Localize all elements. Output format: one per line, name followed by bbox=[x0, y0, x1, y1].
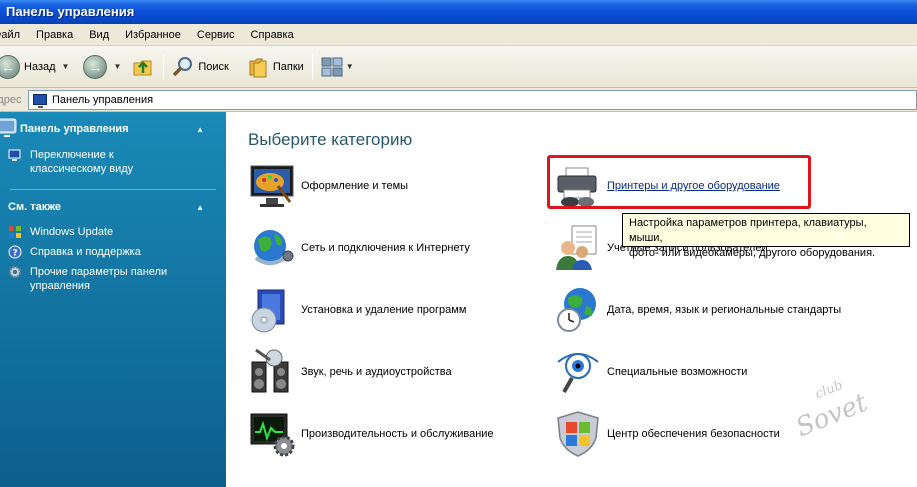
up-folder-icon bbox=[133, 60, 152, 75]
gear-icon bbox=[8, 265, 22, 279]
category-network[interactable]: Сеть и подключения к Интернету bbox=[248, 222, 470, 274]
address-value: Панель управления bbox=[52, 93, 154, 106]
views-dropdown-icon: ▼ bbox=[345, 62, 354, 71]
views-button[interactable]: ▼ bbox=[317, 50, 358, 84]
toolbar: ← Назад ▼ → ▼ Поиск Папки ▼ bbox=[0, 46, 917, 88]
network-globe-icon bbox=[248, 224, 296, 272]
menu-tools[interactable]: Сервис bbox=[189, 29, 243, 41]
windows-update-icon bbox=[8, 225, 22, 239]
performance-monitor-icon bbox=[248, 410, 296, 458]
address-field[interactable]: Панель управления bbox=[28, 89, 917, 110]
menu-view[interactable]: Вид bbox=[81, 29, 117, 41]
folders-label: Папки bbox=[272, 60, 304, 73]
address-label: Адрес bbox=[0, 93, 22, 106]
forward-arrow-icon: → bbox=[83, 54, 108, 79]
up-folder-button[interactable] bbox=[127, 50, 159, 84]
accessibility-eye-icon bbox=[554, 348, 602, 396]
menu-file[interactable]: Файл bbox=[0, 29, 28, 41]
category-security-center[interactable]: Центр обеспечения безопасности bbox=[554, 408, 780, 460]
control-panel-monitor-icon bbox=[0, 118, 17, 137]
views-grid-icon bbox=[321, 57, 343, 76]
category-label: Производительность и обслуживание bbox=[301, 428, 494, 440]
category-date-time[interactable]: Дата, время, язык и региональные стандар… bbox=[554, 284, 841, 336]
date-time-globe-icon bbox=[554, 286, 602, 334]
menu-favorites[interactable]: Избранное bbox=[117, 29, 189, 41]
tooltip-line: Настройка параметров принтера, клавиатур… bbox=[629, 217, 867, 244]
collapse-chevron-icon[interactable]: ▲ bbox=[196, 125, 204, 134]
add-remove-programs-icon bbox=[248, 286, 296, 334]
forward-button[interactable]: → ▼ bbox=[79, 50, 125, 84]
category-label: Сеть и подключения к Интернету bbox=[301, 242, 470, 254]
printers-tooltip: Настройка параметров принтера, клавиатур… bbox=[622, 213, 910, 259]
category-label: Специальные возможности bbox=[607, 366, 748, 378]
user-accounts-icon bbox=[554, 224, 602, 272]
folders-icon bbox=[249, 58, 267, 77]
help-support-link[interactable]: ? Справка и поддержка bbox=[0, 242, 226, 262]
windows-update-label: Windows Update bbox=[30, 226, 114, 238]
category-label: Дата, время, язык и региональные стандар… bbox=[607, 304, 842, 316]
appearance-themes-icon bbox=[248, 162, 296, 210]
security-shield-icon bbox=[554, 410, 602, 458]
printers-highlight-frame bbox=[547, 155, 811, 209]
category-sound[interactable]: Звук, речь и аудиоустройства bbox=[248, 346, 452, 398]
category-accessibility[interactable]: Специальные возможности bbox=[554, 346, 747, 398]
task-pane-title: Панель управления bbox=[20, 123, 129, 135]
folders-button[interactable]: Папки bbox=[243, 50, 308, 84]
menu-edit[interactable]: Правка bbox=[28, 29, 81, 41]
see-also-header[interactable]: См. также ▲ bbox=[0, 196, 226, 218]
other-options-label: Прочие параметры панели управления bbox=[30, 266, 168, 292]
task-pane: Панель управления ▲ Переключение к класс… bbox=[0, 112, 226, 487]
switch-classic-view-link[interactable]: Переключение к классическому виду bbox=[0, 146, 226, 179]
category-label: Установка и удаление программ bbox=[301, 304, 467, 316]
control-panel-icon bbox=[33, 94, 47, 108]
category-label: Звук, речь и аудиоустройства bbox=[301, 366, 452, 378]
back-button[interactable]: ← Назад ▼ bbox=[0, 50, 73, 84]
back-label: Назад bbox=[24, 60, 56, 73]
windows-update-link[interactable]: Windows Update bbox=[0, 222, 226, 242]
svg-text:?: ? bbox=[13, 249, 18, 259]
search-icon bbox=[173, 56, 193, 76]
search-label: Поиск bbox=[198, 60, 229, 73]
tooltip-line: фото- или видеокамеры, другого оборудова… bbox=[629, 247, 876, 259]
back-arrow-icon: ← bbox=[0, 54, 20, 79]
toolbar-separator bbox=[311, 53, 313, 80]
help-support-label: Справка и поддержка bbox=[30, 246, 141, 258]
sound-speaker-icon bbox=[248, 348, 296, 396]
pane-divider bbox=[10, 189, 216, 190]
page-heading: Выберите категорию bbox=[248, 130, 413, 149]
help-icon: ? bbox=[8, 245, 22, 259]
toolbar-separator bbox=[163, 53, 165, 80]
category-add-remove[interactable]: Установка и удаление программ bbox=[248, 284, 466, 336]
category-label: Центр обеспечения безопасности bbox=[607, 428, 780, 440]
menu-bar: Файл Правка Вид Избранное Сервис Справка bbox=[0, 24, 917, 46]
task-pane-header[interactable]: Панель управления ▲ bbox=[0, 112, 226, 146]
forward-dropdown-icon[interactable]: ▼ bbox=[113, 62, 121, 71]
window-title-bar[interactable]: Панель управления bbox=[0, 0, 917, 24]
classic-view-icon bbox=[8, 148, 22, 162]
category-appearance[interactable]: Оформление и темы bbox=[248, 160, 408, 212]
category-performance[interactable]: Производительность и обслуживание bbox=[248, 408, 494, 460]
back-dropdown-icon[interactable]: ▼ bbox=[62, 62, 70, 71]
see-also-title: См. также bbox=[8, 201, 61, 213]
address-bar: Адрес Панель управления bbox=[0, 88, 917, 112]
menu-help[interactable]: Справка bbox=[243, 29, 302, 41]
switch-classic-view-label: Переключение к классическому виду bbox=[30, 149, 134, 175]
see-also-chevron-icon[interactable]: ▲ bbox=[196, 203, 204, 212]
search-button[interactable]: Поиск bbox=[168, 50, 232, 84]
other-options-link[interactable]: Прочие параметры панели управления bbox=[0, 262, 226, 296]
window-title: Панель управления bbox=[6, 4, 135, 19]
category-label: Оформление и темы bbox=[301, 180, 409, 192]
